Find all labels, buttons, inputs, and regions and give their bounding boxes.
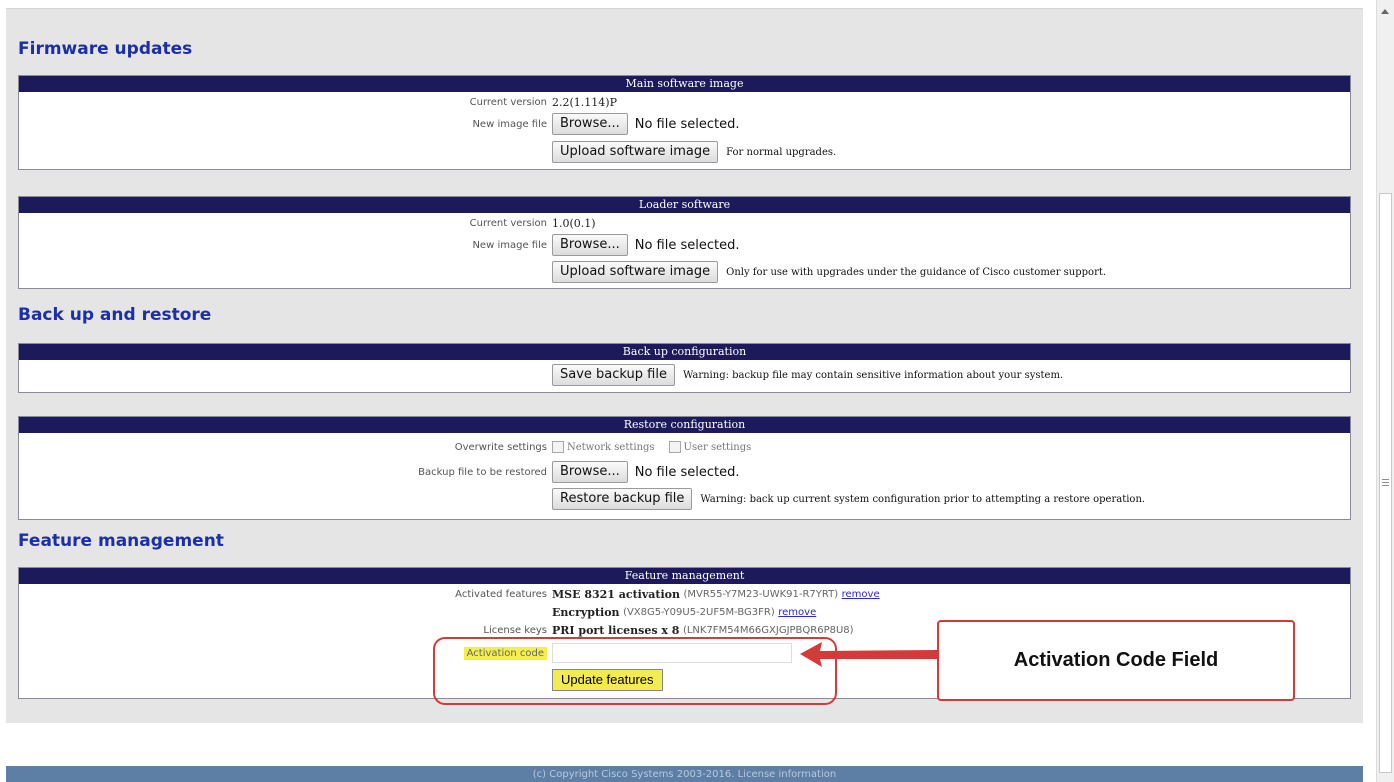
footer: (c) Copyright Cisco Systems 2003-2016. L… bbox=[6, 766, 1363, 782]
activation-callout-box: Activation Code Field bbox=[937, 620, 1295, 701]
grip-line-icon bbox=[1382, 482, 1389, 483]
grip-line-icon bbox=[1382, 485, 1389, 486]
page-viewport: Firmware updates Main software image Cur… bbox=[0, 0, 1376, 782]
scrollbar-thumb[interactable] bbox=[1379, 193, 1392, 773]
vertical-scrollbar[interactable] bbox=[1376, 0, 1394, 782]
scroll-up-arrow-icon[interactable] bbox=[1381, 9, 1389, 14]
grip-line-icon bbox=[1382, 479, 1389, 480]
